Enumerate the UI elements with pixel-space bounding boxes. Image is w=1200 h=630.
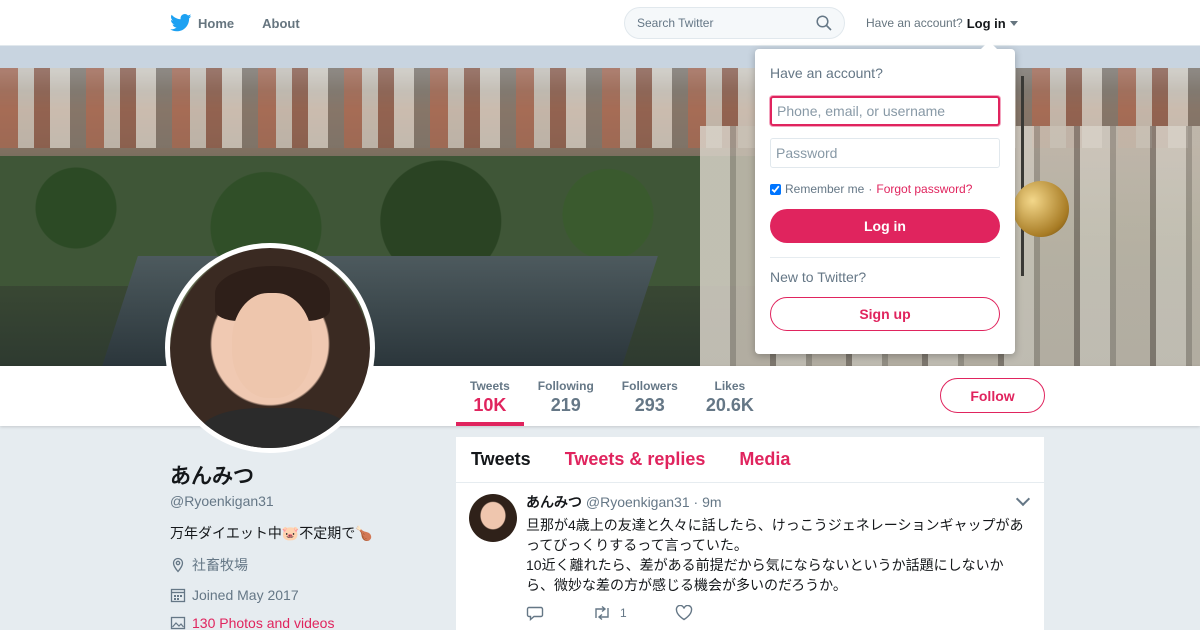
profile-avatar[interactable] [165,243,375,453]
tweet[interactable]: あんみつ @Ryoenkigan31 · 9m 旦那が4歳上の友達と久々に話した… [456,484,1044,621]
timeline-tabs: Tweets Tweets & replies Media [456,437,1044,483]
banner-golden-dome [1013,181,1069,237]
like-icon [675,605,692,621]
tweet-author-handle[interactable]: @Ryoenkigan31 [586,494,690,510]
tab-tweets-replies[interactable]: Tweets & replies [565,449,706,470]
banner-pole [1021,76,1024,276]
tweet-text-line: 旦那が4歳上の友達と久々に話したら、けっこうジェネレーションギャップがあってびっ… [526,517,1024,553]
follow-button[interactable]: Follow [940,378,1045,413]
stat-value: 293 [634,395,665,415]
tweet-actions: 1 [526,605,1031,621]
avatar-face [232,293,312,398]
stat-label: Likes [714,379,746,393]
profile-joined: Joined May 2017 [170,587,440,603]
tweet-header: あんみつ @Ryoenkigan31 · 9m [526,492,1031,512]
avatar-shirt [200,408,350,448]
nav-about-link[interactable]: About [262,16,300,31]
tab-tweets[interactable]: Tweets [471,449,531,470]
nav-home-label: Home [198,15,235,31]
stat-label: Following [537,379,594,393]
banner-sky [0,46,1200,68]
like-button[interactable] [675,605,693,621]
profile-joined-text: Joined May 2017 [192,587,299,603]
new-to-twitter-text: New to Twitter? [770,269,867,285]
signup-button[interactable]: Sign up [770,297,1000,331]
stat-likes[interactable]: Likes 20.6K [692,366,768,426]
search-input[interactable] [637,16,807,30]
profile-media-link[interactable]: 130 Photos and videos [170,615,440,630]
tab-media[interactable]: Media [739,449,790,470]
tweet-timestamp[interactable]: · 9m [694,494,722,510]
stat-label: Followers [621,379,678,393]
profile-media-text[interactable]: 130 Photos and videos [192,615,334,630]
timeline: Tweets Tweets & replies Media あんみつ @Ryoe… [456,437,1044,630]
remember-row: Remember me · Forgot password? [770,182,1000,196]
stat-value: 20.6K [705,395,754,415]
location-icon [172,557,184,573]
tweet-avatar[interactable] [469,494,517,542]
username-field[interactable] [770,96,1000,126]
separator-dot: · [868,182,873,196]
profile-location-text: 社畜牧場 [192,557,248,573]
stat-label: Tweets [470,379,510,393]
stat-tweets[interactable]: Tweets 10K [456,366,524,426]
retweet-icon [595,605,609,621]
stat-value: 10K [473,395,507,415]
media-icon [170,616,186,630]
remember-me-label[interactable]: Remember me [785,182,864,196]
caret-down-icon[interactable] [1009,20,1018,26]
profile-sidebar: あんみつ @Ryoenkigan31 万年ダイエット中🐷不定期で🍗 社畜牧場 J… [170,460,440,630]
calendar-icon [170,588,186,603]
dropdown-divider [770,257,1000,258]
profile-name[interactable]: あんみつ [170,460,440,490]
nav-about-label: About [262,15,300,31]
nav-home-link[interactable]: Home [170,14,234,32]
stat-value: 219 [550,395,581,415]
stat-following[interactable]: Following 219 [524,366,608,426]
tweet-body: あんみつ @Ryoenkigan31 · 9m 旦那が4歳上の友達と久々に話した… [526,492,1031,621]
login-dropdown: Have an account? Remember me · Forgot pa… [755,41,1015,354]
tweet-text-line: 10近く離れたら、差がある前提だから気にならないというか話題にしないから、微妙な… [526,557,1004,593]
reply-button[interactable] [526,605,544,621]
login-dropdown-toggle[interactable]: Log in [967,16,1006,31]
profile-stats: Tweets 10K Following 219 Followers 293 L… [456,366,768,426]
login-dropdown-title: Have an account? [770,65,883,81]
twitter-bird-icon [170,14,192,32]
tweet-author-name[interactable]: あんみつ [526,494,582,510]
retweet-button[interactable]: 1 [592,605,627,621]
reply-icon [526,606,544,621]
tweet-text: 旦那が4歳上の友達と久々に話したら、けっこうジェネレーションギャップがあってびっ… [526,515,1031,595]
stat-followers[interactable]: Followers 293 [608,366,692,426]
top-navigation-bar: Home About Have an account? Log in [0,0,1200,46]
profile-handle[interactable]: @Ryoenkigan31 [170,493,440,509]
forgot-password-link[interactable]: Forgot password? [876,182,972,196]
search-box[interactable] [624,7,845,39]
login-button[interactable]: Log in [770,209,1000,243]
profile-bio: 万年ダイエット中🐷不定期で🍗 [170,525,373,541]
account-prompt: Have an account? [866,16,963,30]
account-area: Have an account? Log in [866,0,1018,46]
remember-me-checkbox[interactable] [770,183,781,195]
search-icon[interactable] [816,15,832,31]
retweet-count: 1 [620,606,627,620]
profile-location: 社畜牧場 [170,555,440,575]
nav-left: Home About [170,0,300,46]
password-field[interactable] [770,138,1000,168]
